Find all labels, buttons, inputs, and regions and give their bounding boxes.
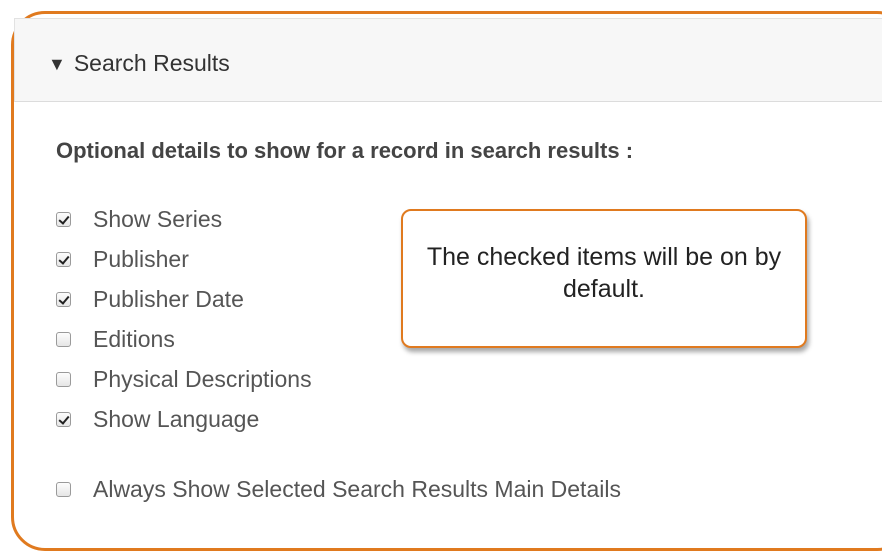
panel-title-label: Search Results xyxy=(73,50,230,76)
checkbox[interactable] xyxy=(56,371,71,387)
option-publisher-date[interactable]: Publisher Date xyxy=(56,284,244,314)
option-show-language[interactable]: Show Language xyxy=(56,404,259,434)
option-show-series[interactable]: Show Series xyxy=(56,204,222,234)
option-label: Publisher xyxy=(93,245,189,272)
checkbox[interactable] xyxy=(56,481,71,497)
section-heading: Optional details to show for a record in… xyxy=(56,138,634,163)
caret-down-icon: ▼ xyxy=(48,54,66,74)
option-label: Show Language xyxy=(93,405,260,432)
option-label: Show Series xyxy=(93,205,223,232)
option-editions[interactable]: Editions xyxy=(56,324,175,354)
checkbox[interactable] xyxy=(56,251,71,267)
option-physical-descriptions[interactable]: Physical Descriptions xyxy=(56,364,312,394)
checkbox[interactable] xyxy=(56,211,71,227)
option-always-show-main-details[interactable]: Always Show Selected Search Results Main… xyxy=(56,474,621,504)
option-publisher[interactable]: Publisher xyxy=(56,244,189,274)
option-label: Editions xyxy=(93,325,175,352)
checkbox[interactable] xyxy=(56,331,71,347)
option-label: Publisher Date xyxy=(93,285,244,312)
callout-text: The checked items will be on by default. xyxy=(426,243,782,303)
option-label: Physical Descriptions xyxy=(93,365,312,392)
checkbox[interactable] xyxy=(56,291,71,307)
checkbox[interactable] xyxy=(56,411,71,427)
option-label: Always Show Selected Search Results Main… xyxy=(93,475,621,502)
panel-title[interactable]: ▼ Search Results xyxy=(48,50,230,77)
callout-box: The checked items will be on by default. xyxy=(401,209,807,348)
